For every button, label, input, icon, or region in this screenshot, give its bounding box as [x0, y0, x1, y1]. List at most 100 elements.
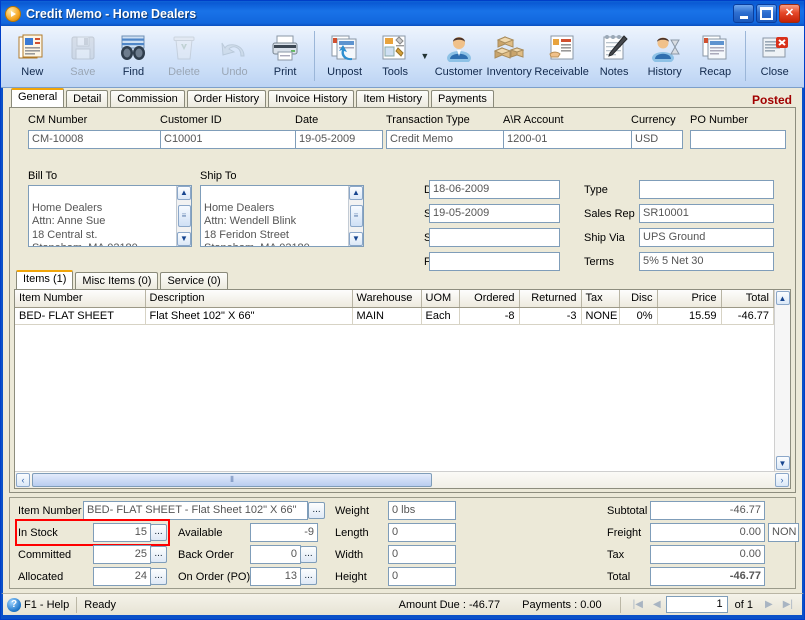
- close-button[interactable]: [779, 4, 800, 23]
- first-record-button[interactable]: |◀: [633, 599, 643, 610]
- last-record-button[interactable]: ▶|: [783, 599, 793, 610]
- col-description[interactable]: Description: [145, 290, 353, 308]
- col-warehouse[interactable]: Warehouse: [352, 290, 422, 308]
- cell-ordered[interactable]: -8: [459, 307, 520, 325]
- ar-account-field[interactable]: 1200-01: [503, 130, 632, 149]
- toolbar-button-close[interactable]: Close: [749, 29, 800, 85]
- col-uom[interactable]: UOM: [421, 290, 460, 308]
- scroll-left-icon[interactable]: ‹: [16, 473, 30, 487]
- scroll-right-icon[interactable]: ›: [775, 473, 789, 487]
- cell-returned[interactable]: -3: [519, 307, 582, 325]
- cell-uom[interactable]: Each: [421, 307, 460, 325]
- toolbar-button-delete[interactable]: Delete: [159, 29, 210, 85]
- toolbar-button-unpost[interactable]: Unpost: [319, 29, 370, 85]
- length-field[interactable]: 0: [388, 523, 456, 542]
- scroll-down-icon[interactable]: ▼: [775, 456, 790, 470]
- toolbar-button-new[interactable]: New: [7, 29, 58, 85]
- previous-record-button[interactable]: ◀: [653, 599, 661, 610]
- toolbar-button-find[interactable]: Find: [108, 29, 159, 85]
- item-number-lookup-button[interactable]: ...: [308, 502, 325, 519]
- freight-field[interactable]: 0.00: [650, 523, 765, 542]
- col-returned[interactable]: Returned: [519, 290, 582, 308]
- record-number-input[interactable]: 1: [665, 596, 728, 613]
- transaction-type-field[interactable]: Credit Memo: [386, 130, 507, 149]
- col-disc[interactable]: Disc: [619, 290, 658, 308]
- tab-order-history[interactable]: Order History: [186, 90, 267, 107]
- item-number-detail-field[interactable]: BED- FLAT SHEET - Flat Sheet 102" X 66": [83, 501, 308, 520]
- tab-invoice-history[interactable]: Invoice History: [268, 90, 355, 107]
- col-total[interactable]: Total: [721, 290, 774, 308]
- scroll-up-icon[interactable]: ▲: [177, 186, 191, 200]
- tab-service[interactable]: Service (0): [160, 272, 228, 289]
- freight-tax-code-field[interactable]: NON: [768, 523, 799, 542]
- fob-field[interactable]: [429, 252, 560, 271]
- sales-rep-field[interactable]: SR10001: [639, 204, 774, 223]
- toolbar-button-history[interactable]: History: [639, 29, 690, 85]
- scroll-up-icon[interactable]: ▲: [349, 186, 363, 200]
- toolbar-button-print[interactable]: Print: [260, 29, 311, 85]
- toolbar-button-receivable[interactable]: Receivable: [534, 29, 589, 85]
- tax-field[interactable]: 0.00: [650, 545, 765, 564]
- scroll-thumb[interactable]: ≡: [349, 205, 363, 227]
- currency-field[interactable]: USD: [631, 130, 683, 149]
- customer-id-field[interactable]: C10001: [160, 130, 298, 149]
- allocated-lookup-button[interactable]: ...: [150, 568, 167, 585]
- minimize-button[interactable]: [733, 4, 754, 23]
- committed-lookup-button[interactable]: ...: [150, 546, 167, 563]
- cell-item-number[interactable]: BED- FLAT SHEET: [15, 307, 146, 325]
- weight-field[interactable]: 0 lbs: [388, 501, 456, 520]
- col-tax[interactable]: Tax: [581, 290, 620, 308]
- toolbar-button-notes[interactable]: Notes: [589, 29, 640, 85]
- width-field[interactable]: 0: [388, 545, 456, 564]
- scroll-thumb[interactable]: ≡: [177, 205, 191, 227]
- due-date-field[interactable]: 18-06-2009: [429, 180, 560, 199]
- allocated-field[interactable]: 24: [93, 567, 151, 586]
- tab-general[interactable]: General: [11, 88, 65, 107]
- bill-to-scrollbar[interactable]: ▲ ≡ ▼: [176, 186, 191, 246]
- store-id-field[interactable]: [429, 228, 560, 247]
- ship-via-field[interactable]: UPS Ground: [639, 228, 774, 247]
- committed-field[interactable]: 25: [93, 545, 151, 564]
- col-ordered[interactable]: Ordered: [459, 290, 520, 308]
- cell-tax[interactable]: NONE: [581, 307, 620, 325]
- in-stock-lookup-button[interactable]: ...: [150, 524, 167, 541]
- tab-item-history[interactable]: Item History: [356, 90, 430, 107]
- cell-description[interactable]: Flat Sheet 102" X 66": [145, 307, 353, 325]
- cell-total[interactable]: -46.77: [721, 307, 774, 325]
- tab-misc-items[interactable]: Misc Items (0): [75, 272, 159, 289]
- terms-field[interactable]: 5% 5 Net 30: [639, 252, 774, 271]
- col-price[interactable]: Price: [657, 290, 722, 308]
- on-order-po-lookup-button[interactable]: ...: [300, 568, 317, 585]
- hscroll-thumb[interactable]: ⦀: [32, 473, 432, 487]
- ship-to-scrollbar[interactable]: ▲ ≡ ▼: [348, 186, 363, 246]
- next-record-button[interactable]: ▶: [765, 599, 773, 610]
- available-field[interactable]: -9: [250, 523, 318, 542]
- on-order-po-field[interactable]: 13: [250, 567, 301, 586]
- po-number-field[interactable]: [690, 130, 786, 149]
- type-field[interactable]: [639, 180, 774, 199]
- maximize-button[interactable]: [756, 4, 777, 23]
- cell-warehouse[interactable]: MAIN: [352, 307, 422, 325]
- tab-commission[interactable]: Commission: [110, 90, 185, 107]
- tab-payments[interactable]: Payments: [431, 90, 494, 107]
- back-order-field[interactable]: 0: [250, 545, 301, 564]
- table-row[interactable]: BED- FLAT SHEET Flat Sheet 102" X 66" MA…: [15, 307, 774, 325]
- cm-number-field[interactable]: CM-10008: [28, 130, 165, 149]
- scroll-up-icon[interactable]: ▲: [775, 291, 790, 305]
- toolbar-button-undo[interactable]: Undo: [209, 29, 260, 85]
- toolbar-button-tools[interactable]: Tools: [370, 29, 421, 85]
- height-field[interactable]: 0: [388, 567, 456, 586]
- bill-to-textarea[interactable]: Home Dealers Attn: Anne Sue 18 Central s…: [28, 185, 192, 247]
- cell-disc[interactable]: 0%: [619, 307, 658, 325]
- toolbar-button-save[interactable]: Save: [58, 29, 109, 85]
- toolbar-button-recap[interactable]: Recap: [690, 29, 741, 85]
- scroll-down-icon[interactable]: ▼: [177, 232, 191, 246]
- tab-detail[interactable]: Detail: [66, 90, 109, 107]
- grid-vertical-scrollbar[interactable]: ▲ ▼: [774, 290, 790, 471]
- ship-to-textarea[interactable]: Home Dealers Attn: Wendell Blink 18 Feri…: [200, 185, 364, 247]
- in-stock-field[interactable]: 15: [93, 523, 151, 542]
- date-field[interactable]: 19-05-2009: [295, 130, 383, 149]
- help-question-icon[interactable]: ?: [7, 597, 21, 612]
- tab-items[interactable]: Items (1): [16, 270, 74, 289]
- back-order-lookup-button[interactable]: ...: [300, 546, 317, 563]
